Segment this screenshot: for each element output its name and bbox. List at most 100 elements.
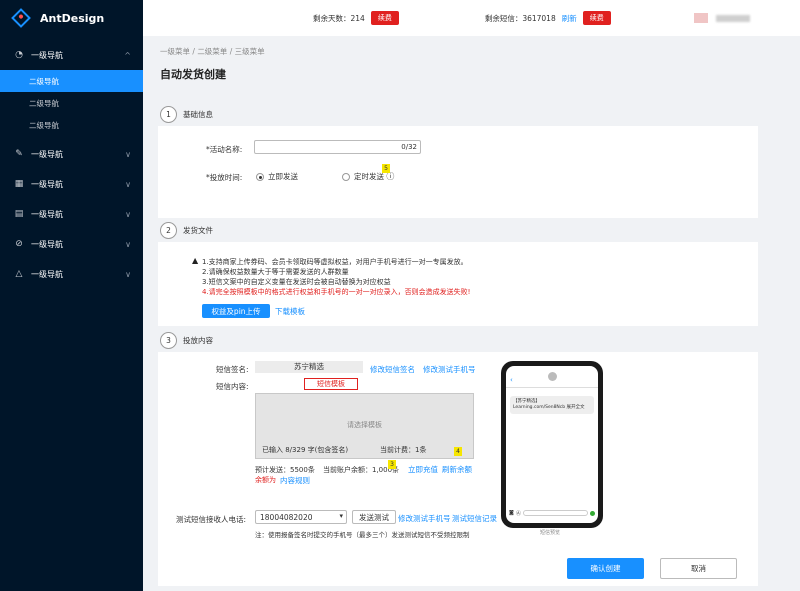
edit-test-numbers-link[interactable]: 修改测试手机号 (398, 513, 451, 524)
edit-test-phone-link[interactable]: 修改测试手机号 (423, 364, 476, 375)
remaining-days-value: 214 (350, 13, 365, 23)
profile-icon: ▤ (14, 209, 24, 219)
step-title: 基础信息 (183, 110, 213, 119)
refresh-link[interactable]: 刷新 (562, 13, 577, 24)
edit-sign-link[interactable]: 修改短信签名 (370, 364, 415, 375)
annotation-badge-5: 5 (382, 164, 390, 173)
file-note-2: 2.请确保权益数量大于等于需要发送的人群数量 (202, 268, 349, 276)
breadcrumb-item-2[interactable]: 二级菜单 (197, 47, 227, 56)
remaining-sms-label: 剩余短信： (484, 13, 523, 23)
send-test-button[interactable]: 发送测试 (352, 510, 396, 524)
radio-scheduled-label: 定时发送 (354, 172, 384, 181)
phone-message-field (522, 510, 588, 516)
sms-sign-value: 苏宁精选 (255, 361, 363, 373)
phone-screen: ‹ 【苏宁精选】 Learning.com/Sen8Ncb 展开全文 ◙ Ⓐ (506, 366, 598, 523)
renew-sms-button[interactable]: 续费 (582, 11, 611, 25)
chevron-down-icon: ∨ (125, 269, 131, 279)
test-note: 注：使用报备签名时提交的手机号（最多三个）发送测试短信不受频控限制 (255, 531, 470, 539)
sidebar-subitem-1[interactable]: 二级导航 (0, 70, 143, 92)
camera-icon: ◙ (509, 510, 514, 516)
sidebar-group-label: 一级导航 (31, 50, 63, 60)
sidebar-group-4[interactable]: ▤ 一级导航 ∨ (0, 199, 143, 229)
step-3-header: 3 投放内容 (160, 332, 213, 349)
step-title: 发货文件 (183, 226, 213, 235)
dashboard-icon: ◔ (15, 50, 23, 60)
test-phone-value: 18004082020 (260, 513, 313, 522)
basic-info-card: *活动名称: 0/32 *投放时间: 立即发送 定时发送 ⓘ 5 (158, 126, 758, 218)
warning-icon: ▲ (192, 256, 199, 265)
edit-icon: ✎ (15, 149, 23, 159)
expected-send: 预计发送：5500条 (255, 466, 315, 474)
cancel-button[interactable]: 取消 (660, 558, 737, 579)
confirm-button[interactable]: 确认创建 (567, 558, 644, 579)
main-content: 一级菜单 / 二级菜单 / 三级菜单 自动发货创建 1 基础信息 *活动名称: … (143, 36, 800, 591)
chevron-down-icon: ∨ (125, 209, 131, 219)
recharge-link[interactable]: 立即充值 (408, 464, 438, 475)
table-icon: ▦ (14, 179, 24, 189)
file-note-3: 3.短信文案中的自定义变量在发送时会被自动替换为对应权益 (202, 278, 391, 286)
sidebar-subitem-3[interactable]: 二级导航 (0, 114, 143, 136)
sidebar-group-label: 一级导航 (31, 239, 63, 249)
page-title: 自动发货创建 (160, 68, 226, 81)
test-phone-select[interactable]: 18004082020 ▾ (255, 510, 347, 524)
sidebar-group-label: 一级导航 (31, 209, 63, 219)
logo-text: AntDesign (40, 11, 105, 25)
chevron-down-icon: ∨ (125, 239, 131, 249)
sidebar-group-1[interactable]: ◔ 一级导航 ^ (0, 40, 143, 70)
sidebar-group-label: 一级导航 (31, 149, 63, 159)
delivery-time-label: *投放时间: (206, 173, 243, 182)
breadcrumb-separator: / (229, 47, 233, 56)
phone-preview-caption: 短信预览 (540, 530, 561, 536)
sidebar-group-5[interactable]: ⊘ 一级导航 ∨ (0, 229, 143, 259)
avatar[interactable] (694, 13, 708, 23)
sidebar-group-3[interactable]: ▦ 一级导航 ∨ (0, 169, 143, 199)
appstore-icon: Ⓐ (515, 510, 521, 517)
sidebar-group-label: 一级导航 (31, 179, 63, 189)
step-title: 投放内容 (183, 336, 213, 345)
remaining-sms-value: 3617018 (522, 13, 556, 23)
step-number: 2 (160, 222, 177, 239)
radio-immediate[interactable]: 立即发送 (256, 171, 298, 182)
template-button[interactable]: 短信模板 (304, 378, 358, 390)
breadcrumb-item-3: 三级菜单 (234, 47, 265, 56)
sms-sign-label: 短信签名: (216, 365, 249, 374)
step-2-header: 2 发货文件 (160, 222, 213, 239)
topbar: 剩余天数： 214 续费 剩余短信： 3617018 刷新 续费 (143, 0, 800, 36)
sidebar: AntDesign ◔ 一级导航 ^ 二级导航 二级导航 二级导航 ✎ 一级导航… (0, 0, 143, 591)
info-icon[interactable]: ⓘ (386, 172, 394, 181)
breadcrumb-item-1[interactable]: 一级菜单 (160, 47, 190, 56)
dropdown-arrow-icon: ▾ (339, 512, 343, 520)
rule-link[interactable]: 内容规则 (280, 475, 310, 486)
file-card: ▲ 1.支持商家上传券码、会员卡领取码等虚拟权益，对用户手机号进行一对一专属发放… (158, 242, 758, 326)
upload-button[interactable]: 权益及pin上传 (202, 304, 270, 318)
rule-text: 余额为 (255, 476, 276, 484)
breadcrumb: 一级菜单 / 二级菜单 / 三级菜单 (160, 46, 265, 57)
phone-preview: ‹ 【苏宁精选】 Learning.com/Sen8Ncb 展开全文 ◙ Ⓐ (501, 361, 603, 528)
sidebar-group-2[interactable]: ✎ 一级导航 ∨ (0, 139, 143, 169)
username[interactable] (716, 14, 750, 22)
contact-avatar (547, 372, 557, 381)
send-icon (590, 510, 595, 516)
sidebar-group-6[interactable]: △ 一级导航 ∨ (0, 259, 143, 289)
radio-dot-icon (342, 173, 350, 181)
renew-button[interactable]: 续费 (370, 11, 399, 25)
radio-immediate-label: 立即发送 (268, 172, 298, 181)
content-card: 短信签名: 苏宁精选 修改短信签名 修改测试手机号 短信内容: 短信模板 请选择… (158, 352, 758, 586)
input-count: 已输入 8/329 字(包含签名) (262, 446, 349, 454)
check-circle-icon: ⊘ (15, 239, 23, 249)
test-record-link[interactable]: 测试短信记录 (452, 513, 497, 524)
step-1-header: 1 基础信息 (160, 106, 213, 123)
logo[interactable]: AntDesign (0, 0, 143, 36)
refresh-balance-link[interactable]: 刷新余额 (442, 464, 472, 475)
sms-content-editor[interactable]: 请选择模板 已输入 8/329 字(包含签名) 当前计费：1条 4 (255, 393, 474, 459)
test-phone-label: 测试短信接收人电话: (176, 515, 247, 524)
radio-dot-icon (256, 173, 264, 181)
sidebar-subitem-2[interactable]: 二级导航 (0, 92, 143, 114)
logo-icon (11, 8, 31, 28)
download-template-link[interactable]: 下载模板 (275, 306, 305, 317)
file-note-1: 1.支持商家上传券码、会员卡领取码等虚拟权益，对用户手机号进行一对一专属发放。 (202, 258, 468, 266)
sidebar-group-label: 一级导航 (31, 269, 63, 279)
activity-name-input[interactable]: 0/32 (254, 140, 421, 154)
chevron-up-icon: ^ (124, 50, 131, 60)
file-note-4: 4.请完全按照模板中的格式进行权益和手机号的一对一对应录入，否则会造成发送失败! (202, 288, 471, 296)
